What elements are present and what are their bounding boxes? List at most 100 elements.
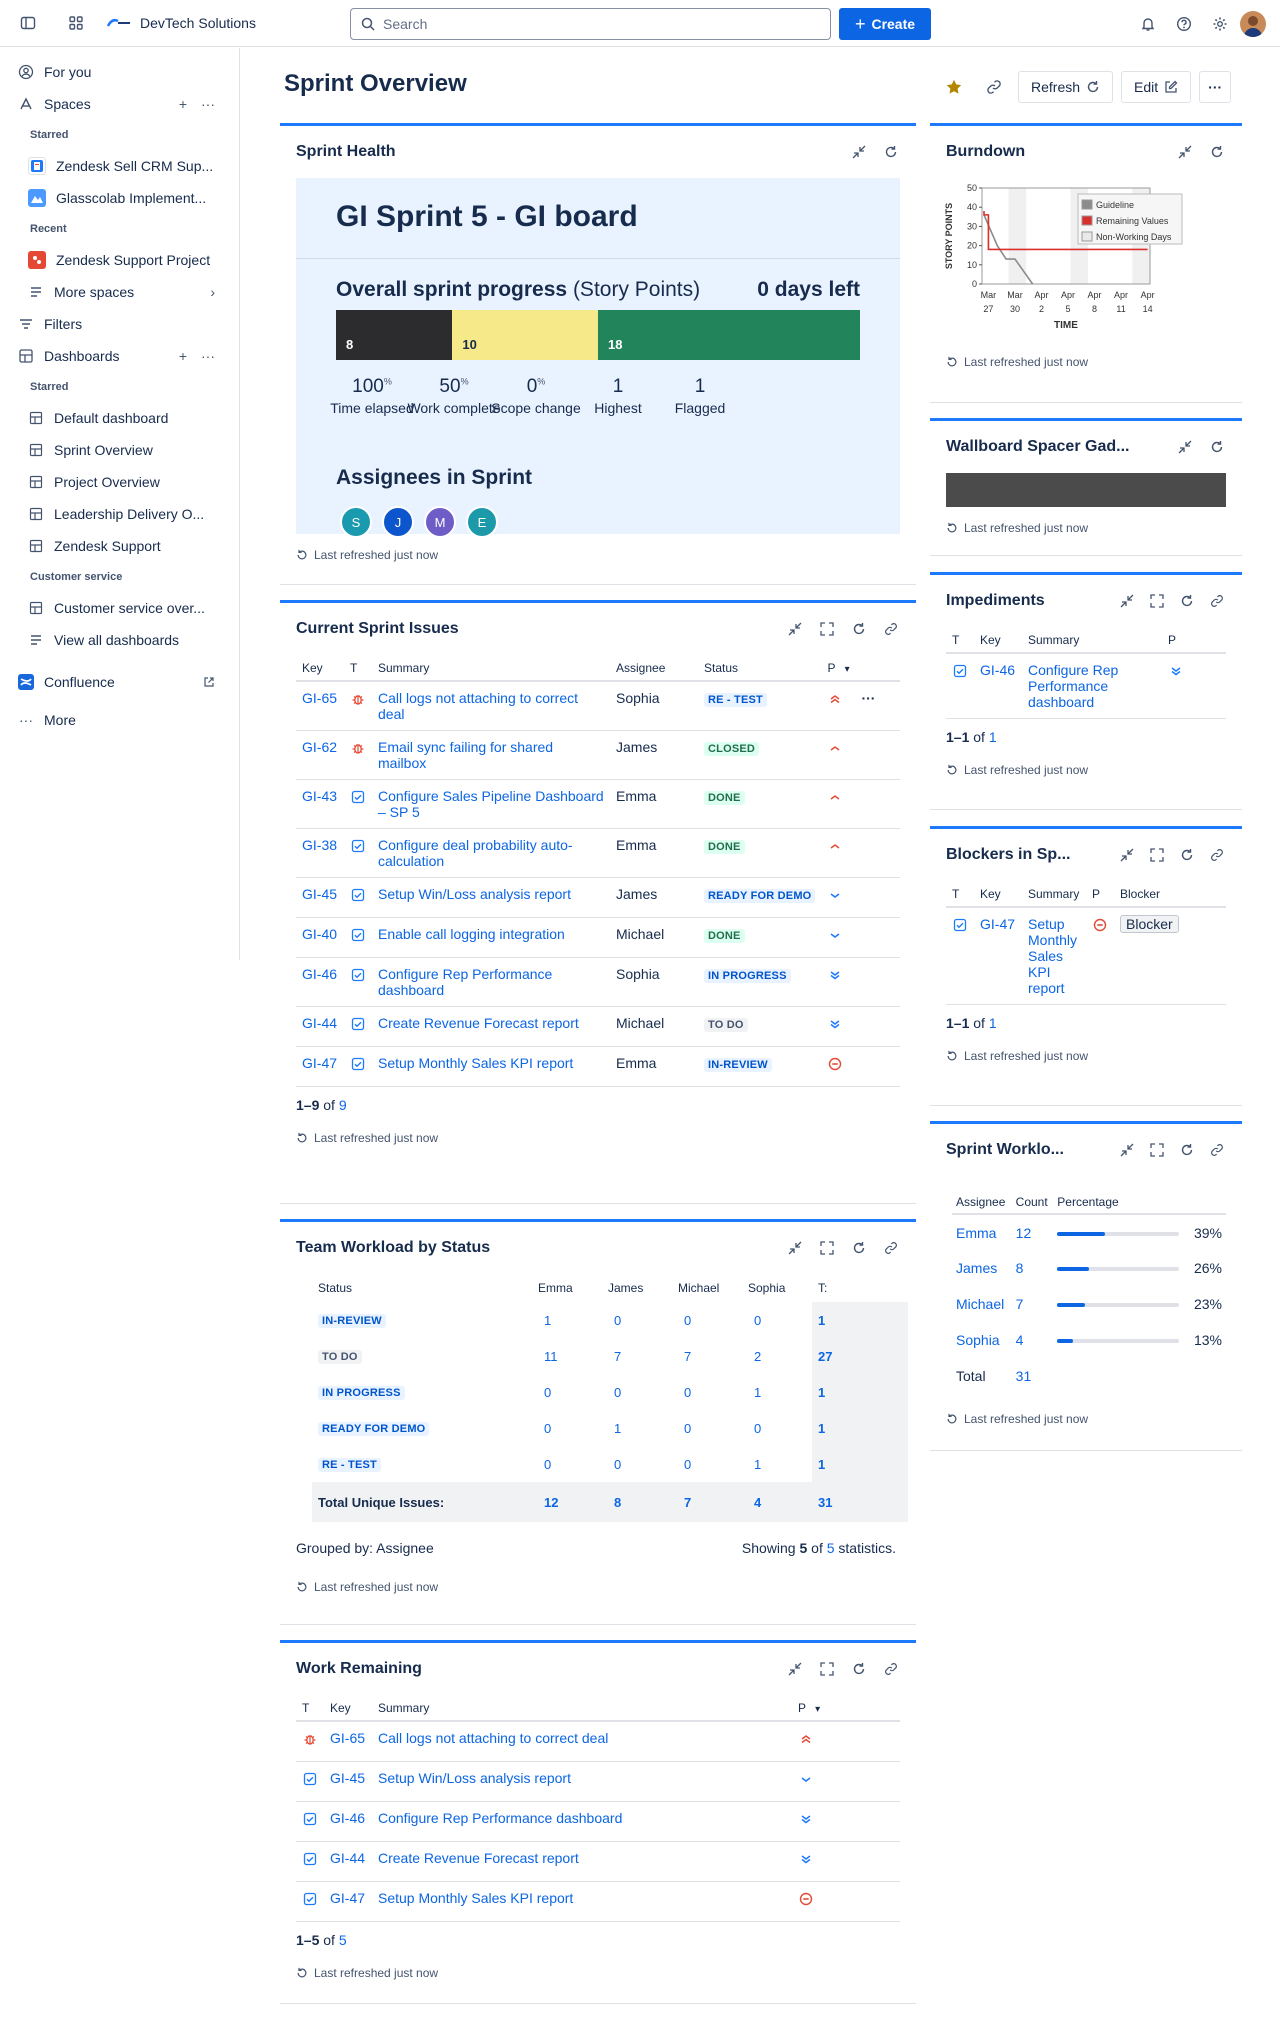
column-header-percentage[interactable]: Percentage: [1053, 1190, 1226, 1214]
issue-key-link[interactable]: GI-44: [302, 1015, 337, 1031]
fullscreen-icon[interactable]: [1148, 846, 1166, 864]
minimize-icon[interactable]: [786, 620, 804, 638]
assignee-link[interactable]: James: [956, 1260, 997, 1276]
link-icon[interactable]: [882, 1239, 900, 1257]
refresh-icon[interactable]: [850, 620, 868, 638]
refresh-icon[interactable]: [882, 143, 900, 161]
refresh-icon[interactable]: [1208, 438, 1226, 456]
minimize-icon[interactable]: [1118, 846, 1136, 864]
sidebar-item-view-all-dashboards[interactable]: View all dashboards: [12, 624, 227, 656]
issue-key-link[interactable]: GI-38: [302, 837, 337, 853]
table-row[interactable]: GI-40 Enable call logging integration Mich…: [296, 917, 900, 958]
fullscreen-icon[interactable]: [818, 620, 836, 638]
column-header-summary[interactable]: Summary: [372, 1695, 792, 1722]
assignee-avatar[interactable]: S: [340, 506, 372, 538]
issue-key-link[interactable]: GI-65: [302, 690, 337, 706]
issue-summary-link[interactable]: Setup Monthly Sales KPI report: [1028, 916, 1077, 996]
table-row[interactable]: GI-46 Configure Rep Performance dashboard: [946, 653, 1226, 719]
minimize-icon[interactable]: [1118, 1141, 1136, 1159]
column-header-assignee[interactable]: Sophia: [742, 1274, 812, 1302]
assignee-link[interactable]: Sophia: [956, 1332, 1000, 1348]
table-row[interactable]: GI-45 Setup Win/Loss analysis report: [296, 1761, 900, 1802]
workload-count-link[interactable]: 2: [742, 1338, 812, 1374]
workload-count-link[interactable]: 0: [672, 1302, 742, 1338]
issue-summary-link[interactable]: Setup Win/Loss analysis report: [378, 1770, 571, 1786]
issue-key-link[interactable]: GI-44: [330, 1850, 365, 1866]
workload-count-link[interactable]: 0: [602, 1374, 672, 1410]
issue-key-link[interactable]: GI-47: [980, 916, 1015, 932]
sidebar-item-dashboard[interactable]: Customer service over...: [12, 592, 227, 624]
sidebar-item-filters[interactable]: Filters: [12, 308, 227, 340]
total-count-link[interactable]: 31: [1016, 1368, 1032, 1384]
column-header-assignee[interactable]: Assignee: [610, 655, 698, 682]
issue-summary-link[interactable]: Configure Sales Pipeline Dashboard – SP …: [378, 788, 604, 820]
edit-button[interactable]: Edit: [1121, 71, 1192, 103]
issue-key-link[interactable]: GI-46: [302, 966, 337, 982]
sidebar-item-dashboard[interactable]: Sprint Overview: [12, 434, 227, 466]
sidebar-item-dashboard[interactable]: Default dashboard: [12, 402, 227, 434]
column-header-summary[interactable]: Summary: [1022, 881, 1086, 908]
assignee-link[interactable]: Emma: [956, 1225, 996, 1241]
pager-total-link[interactable]: 5: [339, 1932, 347, 1948]
issue-summary-link[interactable]: Configure Rep Performance dashboard: [378, 966, 552, 998]
workload-count-link[interactable]: 11: [532, 1338, 602, 1374]
workload-total-link[interactable]: 8: [602, 1482, 672, 1522]
workload-count-link[interactable]: 1: [602, 1410, 672, 1446]
sidebar-item-confluence[interactable]: Confluence: [12, 666, 227, 698]
link-icon[interactable]: [882, 1660, 900, 1678]
column-header-assignee[interactable]: Emma: [532, 1274, 602, 1302]
count-link[interactable]: 8: [1016, 1260, 1024, 1276]
fullscreen-icon[interactable]: [818, 1660, 836, 1678]
refresh-button[interactable]: Refresh: [1018, 71, 1114, 103]
column-header-key[interactable]: Key: [974, 881, 1022, 908]
column-header-assignee[interactable]: James: [602, 1274, 672, 1302]
more-icon[interactable]: ···: [201, 348, 215, 364]
workload-count-link[interactable]: 0: [602, 1446, 672, 1482]
workload-count-link[interactable]: 0: [672, 1410, 742, 1446]
issue-summary-link[interactable]: Setup Monthly Sales KPI report: [378, 1055, 573, 1071]
sidebar-item-dashboards[interactable]: Dashboards + ···: [12, 340, 227, 372]
workload-total-link[interactable]: 12: [532, 1482, 602, 1522]
workload-row-total[interactable]: 1: [812, 1410, 908, 1446]
issue-summary-link[interactable]: Configure Rep Performance dashboard: [1028, 662, 1118, 710]
workload-count-link[interactable]: 0: [532, 1374, 602, 1410]
column-header-type[interactable]: T: [946, 881, 974, 908]
workload-total-link[interactable]: 7: [672, 1482, 742, 1522]
issue-summary-link[interactable]: Setup Win/Loss analysis report: [378, 886, 571, 902]
issue-key-link[interactable]: GI-45: [330, 1770, 365, 1786]
refresh-icon[interactable]: [850, 1239, 868, 1257]
issue-key-link[interactable]: GI-40: [302, 926, 337, 942]
table-row[interactable]: GI-65 Call logs not attaching to correct …: [296, 681, 900, 731]
sidebar-item-spaces[interactable]: Spaces + ···: [12, 88, 227, 120]
assignee-avatar[interactable]: J: [382, 506, 414, 538]
workload-count-link[interactable]: 1: [532, 1302, 602, 1338]
issue-key-link[interactable]: GI-47: [302, 1055, 337, 1071]
sidebar-item-space[interactable]: Glasscolab Implement...: [12, 182, 227, 214]
star-icon[interactable]: [938, 71, 970, 103]
table-row[interactable]: GI-47 Setup Monthly Sales KPI report Emma I…: [296, 1046, 900, 1087]
workload-count-link[interactable]: 7: [602, 1338, 672, 1374]
app-switcher-icon[interactable]: [60, 7, 92, 39]
column-header-priority[interactable]: P: [1086, 881, 1114, 908]
issue-key-link[interactable]: GI-46: [980, 662, 1015, 678]
issue-key-link[interactable]: GI-62: [302, 739, 337, 755]
table-row[interactable]: GI-45 Setup Win/Loss analysis report James…: [296, 877, 900, 918]
add-icon[interactable]: +: [179, 96, 187, 112]
fullscreen-icon[interactable]: [1148, 592, 1166, 610]
issue-key-link[interactable]: GI-45: [302, 886, 337, 902]
table-row[interactable]: GI-46 Configure Rep Performance dashboard…: [296, 957, 900, 1007]
workload-count-link[interactable]: 0: [532, 1410, 602, 1446]
issue-summary-link[interactable]: Configure deal probability auto-calculat…: [378, 837, 573, 869]
sidebar-item-more[interactable]: ··· More: [12, 704, 227, 736]
issue-summary-link[interactable]: Call logs not attaching to correct deal: [378, 1730, 608, 1746]
user-avatar[interactable]: [1240, 11, 1266, 37]
table-row[interactable]: GI-47 Setup Monthly Sales KPI report: [296, 1881, 900, 1922]
column-header-key[interactable]: Key: [974, 627, 1022, 654]
create-button[interactable]: + Create: [839, 8, 931, 40]
issue-summary-link[interactable]: Create Revenue Forecast report: [378, 1850, 579, 1866]
sidebar-item-dashboard[interactable]: Leadership Delivery O...: [12, 498, 227, 530]
workload-count-link[interactable]: 0: [742, 1410, 812, 1446]
more-icon[interactable]: ···: [201, 96, 215, 112]
issue-key-link[interactable]: GI-43: [302, 788, 337, 804]
workload-count-link[interactable]: 1: [742, 1446, 812, 1482]
